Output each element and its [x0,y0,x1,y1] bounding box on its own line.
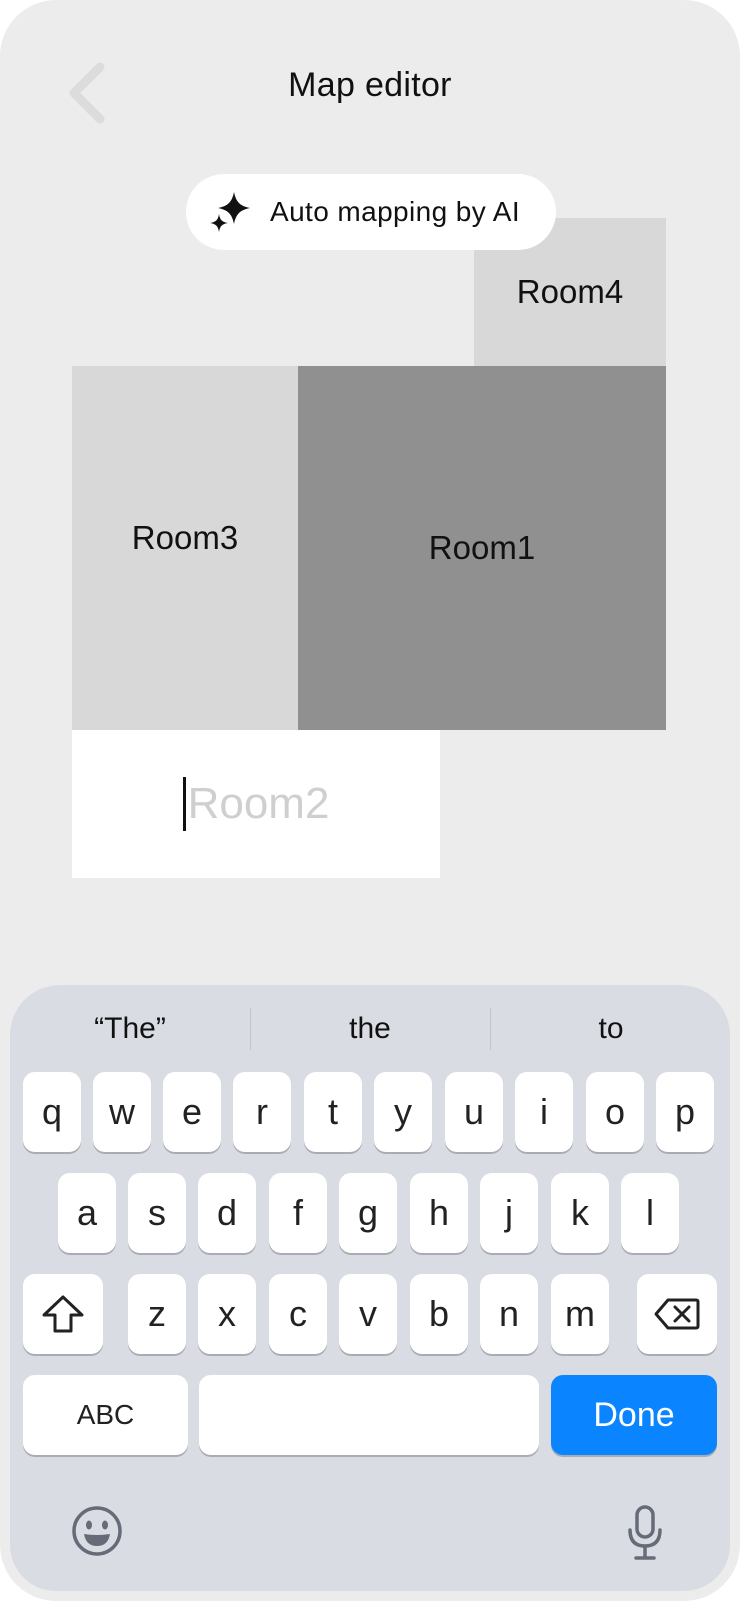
key-t[interactable]: t [304,1072,362,1152]
key-d[interactable]: d [198,1173,256,1253]
auto-mapping-button[interactable]: Auto mapping by AI [186,174,556,250]
key-x[interactable]: x [198,1274,256,1354]
key-r[interactable]: r [233,1072,291,1152]
key-g[interactable]: g [339,1173,397,1253]
suggestion-1[interactable]: “The” [60,1004,200,1054]
shift-key[interactable] [23,1274,103,1354]
key-u[interactable]: u [445,1072,503,1152]
page-title: Map editor [288,66,452,104]
key-s[interactable]: s [128,1173,186,1253]
room-1-label: Room1 [428,529,536,566]
emoji-button[interactable] [68,1502,126,1560]
suggestion-divider [250,1008,251,1050]
emoji-icon [72,1506,122,1556]
shift-icon [42,1295,84,1333]
key-f[interactable]: f [269,1173,327,1253]
phone-screen: Map editor Auto mapping by AI Room4 Room… [0,0,740,1601]
dictation-button[interactable] [620,1500,670,1566]
abc-key[interactable]: ABC [23,1375,188,1455]
key-y[interactable]: y [374,1072,432,1152]
suggestion-2[interactable]: the [300,1004,440,1054]
key-q[interactable]: q [23,1072,81,1152]
room-3-label: Room3 [131,519,239,556]
key-a[interactable]: a [58,1173,116,1253]
key-h[interactable]: h [410,1173,468,1253]
text-cursor [182,777,186,831]
suggestion-3[interactable]: to [541,1004,681,1054]
room-2-name-input[interactable]: Room2 [72,730,440,878]
auto-mapping-label: Auto mapping by AI [270,196,521,227]
key-b[interactable]: b [410,1274,468,1354]
microphone-icon [628,1505,662,1560]
key-m[interactable]: m [551,1274,609,1354]
done-key[interactable]: Done [551,1375,717,1455]
room-4-label: Room4 [516,273,624,310]
room-2-placeholder: Room2 [187,779,330,828]
key-k[interactable]: k [551,1173,609,1253]
backspace-icon [654,1298,700,1330]
key-i[interactable]: i [515,1072,573,1152]
key-o[interactable]: o [586,1072,644,1152]
suggestion-divider [490,1008,491,1050]
key-p[interactable]: p [656,1072,714,1152]
room-1[interactable]: Room1 [298,366,666,730]
key-z[interactable]: z [128,1274,186,1354]
key-v[interactable]: v [339,1274,397,1354]
space-key[interactable] [199,1375,539,1455]
key-j[interactable]: j [480,1173,538,1253]
key-w[interactable]: w [93,1072,151,1152]
room-2-field[interactable]: Room2 [182,777,330,831]
sparkle-icon [210,192,250,232]
key-l[interactable]: l [621,1173,679,1253]
room-3[interactable]: Room3 [72,366,298,730]
key-c[interactable]: c [269,1274,327,1354]
key-n[interactable]: n [480,1274,538,1354]
delete-key[interactable] [637,1274,717,1354]
key-e[interactable]: e [163,1072,221,1152]
